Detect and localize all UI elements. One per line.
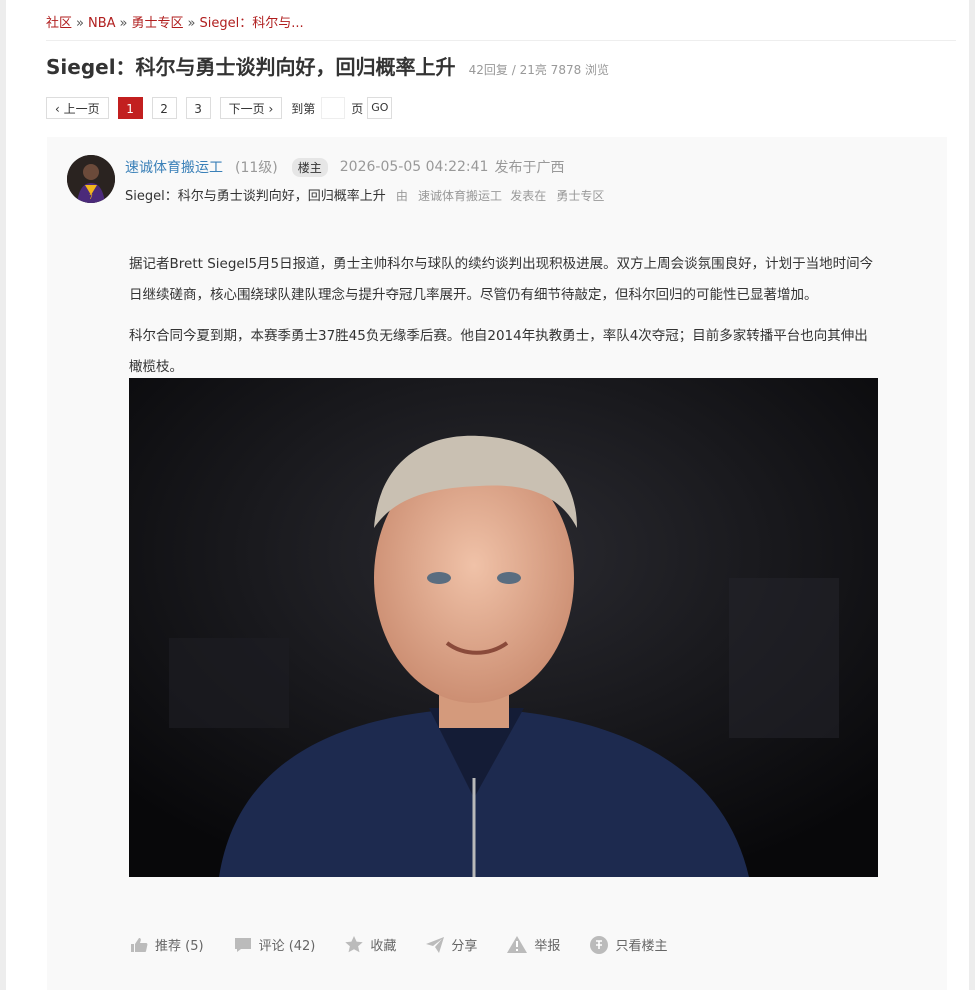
author-name[interactable]: 速诚体育搬运工 bbox=[125, 157, 223, 177]
comment-button[interactable]: 评论 (42) bbox=[234, 935, 316, 954]
page-edge bbox=[969, 0, 975, 990]
op-badge: 楼主 bbox=[291, 157, 328, 177]
post-subtitle: Siegel：科尔与勇士谈判向好，回归概率上升 bbox=[125, 189, 386, 204]
post-location: 发布于广西 bbox=[494, 160, 565, 176]
avatar[interactable]: 7 bbox=[67, 155, 115, 203]
pagination: ‹ 上一页 1 2 3 下一页 › 到第 页 GO bbox=[46, 97, 393, 119]
goto-label: 到第 bbox=[291, 101, 316, 116]
by-author[interactable]: 速诚体育搬运工 bbox=[418, 189, 502, 203]
breadcrumb-separator: » bbox=[187, 16, 196, 31]
breadcrumb-separator: » bbox=[76, 16, 84, 31]
goto-page-input[interactable] bbox=[321, 97, 346, 119]
svg-text:7: 7 bbox=[89, 194, 93, 201]
comment-label: 评论 (42) bbox=[258, 939, 316, 954]
post-photo bbox=[129, 378, 878, 877]
comment-icon bbox=[234, 937, 251, 952]
by-prefix: 由 bbox=[395, 189, 408, 203]
post-body: 据记者Brett Siegel5月5日报道，勇士主帅科尔与球队的续约谈判出现积极… bbox=[129, 249, 879, 393]
only-author-button[interactable]: 只看楼主 bbox=[590, 935, 667, 954]
page-3-button[interactable]: 3 bbox=[185, 97, 211, 119]
share-label: 分享 bbox=[451, 939, 478, 954]
thread-header: Siegel：科尔与勇士谈判向好，回归概率上升 42回复 / 21亮 7878 … bbox=[46, 51, 609, 80]
page: 社区» NBA» 勇士专区» Siegel：科尔与... Siegel：科尔与勇士谈判… bbox=[6, 0, 969, 990]
thumbs-up-icon bbox=[131, 937, 148, 952]
go-button[interactable]: GO bbox=[367, 97, 393, 119]
report-label: 举报 bbox=[534, 939, 561, 954]
post-paragraph: 据记者Brett Siegel5月5日报道，勇士主帅科尔与球队的续约谈判出现积极… bbox=[129, 256, 874, 303]
post: 7 速诚体育搬运工 (11级) 楼主 2026-05-05 04:22:41 发… bbox=[47, 137, 947, 990]
recommend-button[interactable]: 推荐 (5) bbox=[130, 935, 204, 954]
prev-page-button[interactable]: ‹ 上一页 bbox=[46, 97, 109, 119]
divider bbox=[46, 40, 956, 41]
breadcrumb-warriors-zone[interactable]: 勇士专区 bbox=[132, 16, 184, 31]
author-level: (11级) bbox=[235, 160, 278, 176]
breadcrumb: 社区» NBA» 勇士专区» Siegel：科尔与... bbox=[46, 12, 304, 31]
page-1-button[interactable]: 1 bbox=[117, 97, 143, 119]
avatar-image: 7 bbox=[67, 155, 115, 203]
share-icon bbox=[426, 936, 445, 953]
page-title: Siegel：科尔与勇士谈判向好，回归概率上升 bbox=[46, 55, 456, 79]
post-datetime: 2026-05-05 04:22:41 bbox=[339, 159, 489, 175]
breadcrumb-community[interactable]: 社区 bbox=[46, 16, 72, 31]
favorite-button[interactable]: 收藏 bbox=[345, 935, 396, 954]
coach-photo bbox=[129, 378, 878, 877]
breadcrumb-current-thread[interactable]: Siegel：科尔与... bbox=[199, 16, 303, 31]
forum-link[interactable]: 勇士专区 bbox=[556, 189, 604, 203]
thread-stats: 42回复 / 21亮 7878 浏览 bbox=[468, 63, 610, 77]
recommend-label: 推荐 (5) bbox=[155, 939, 204, 954]
report-button[interactable]: 举报 bbox=[507, 935, 560, 954]
page-2-button[interactable]: 2 bbox=[151, 97, 177, 119]
goto-suffix: 页 bbox=[351, 101, 364, 116]
breadcrumb-nba[interactable]: NBA bbox=[88, 16, 116, 31]
breadcrumb-separator: » bbox=[119, 16, 128, 31]
posted-in-label: 发表在 bbox=[510, 189, 547, 203]
favorite-label: 收藏 bbox=[370, 939, 397, 954]
post-subline: Siegel：科尔与勇士谈判向好，回归概率上升 由 速诚体育搬运工 发表在 勇士… bbox=[125, 185, 604, 204]
post-author-line: 速诚体育搬运工 (11级) 楼主 2026-05-05 04:22:41 发布于… bbox=[125, 157, 564, 177]
warning-icon bbox=[507, 936, 528, 953]
star-icon bbox=[345, 936, 364, 953]
next-page-button[interactable]: 下一页 › bbox=[219, 97, 283, 119]
post-paragraph: 科尔合同今夏到期，本赛季勇士37胜45负无缘季后赛。他自2014年执教勇士，率队… bbox=[129, 328, 868, 375]
only-author-label: 只看楼主 bbox=[615, 939, 668, 954]
author-filter-icon bbox=[590, 935, 609, 954]
post-actions: 推荐 (5) 评论 (42) 收藏 分享 举报 只看楼主 bbox=[130, 935, 697, 954]
share-button[interactable]: 分享 bbox=[426, 935, 477, 954]
